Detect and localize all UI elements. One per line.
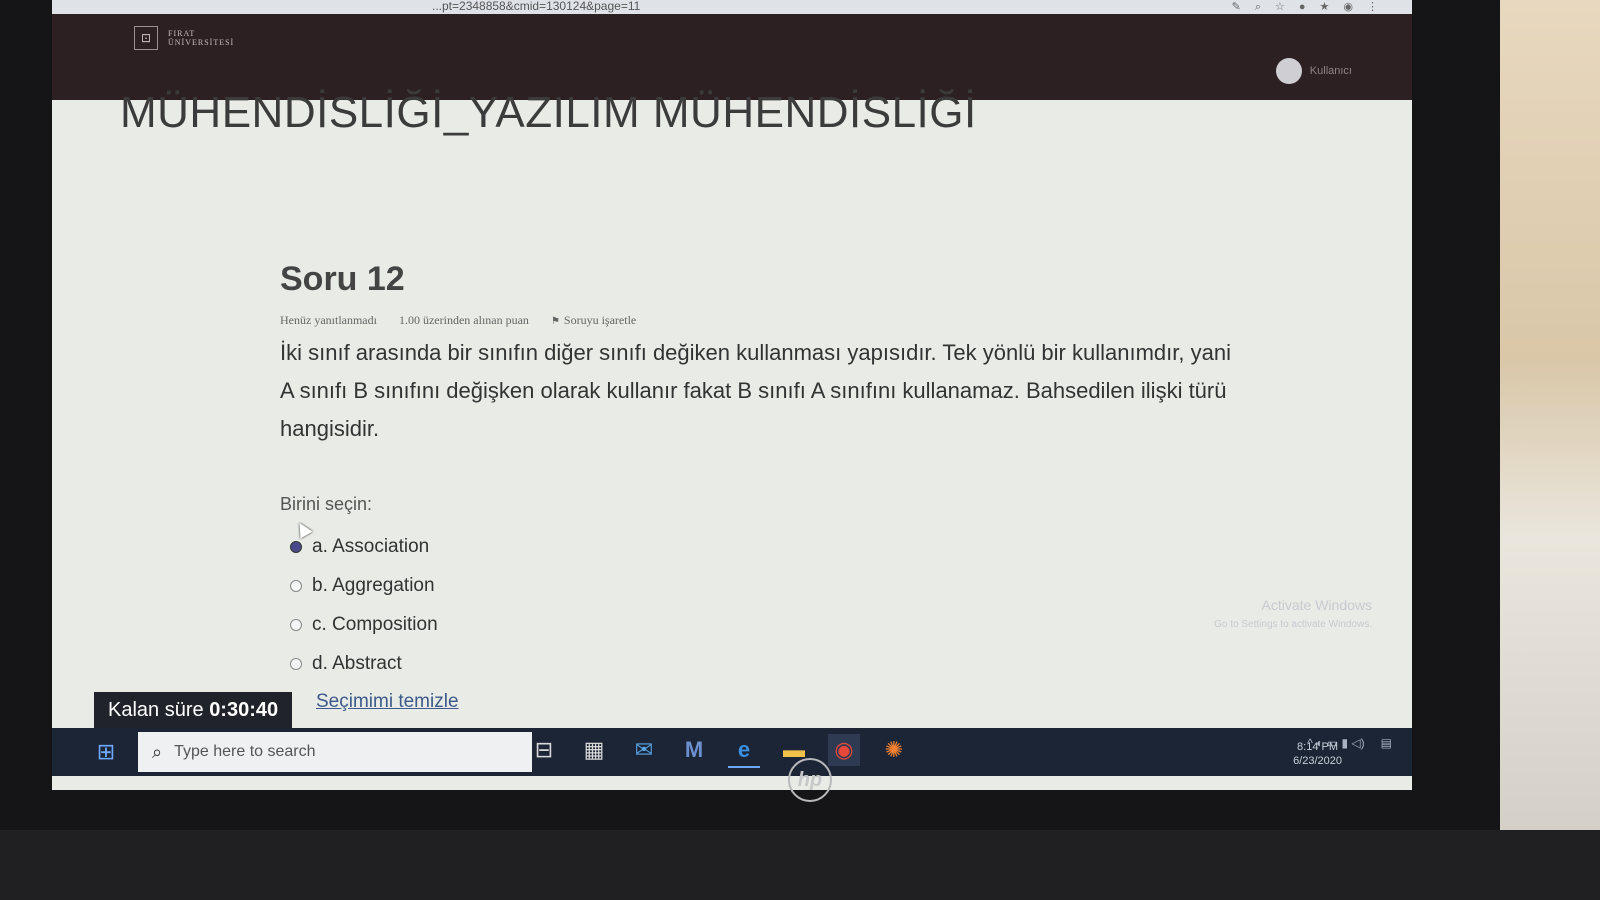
watermark-line2: Go to Settings to activate Windows. [1214,619,1372,630]
hp-logo: hp [788,758,832,802]
radio-button[interactable] [290,540,302,553]
radio-button[interactable] [290,618,302,631]
search-placeholder: Type here to search [174,743,316,760]
answer-option-b[interactable]: b. Aggregation [280,566,1240,605]
windows-taskbar: ⊞ ⌕ Type here to search ⊟ ▦ ✉ M e ▬ ◉ ✺ … [52,728,1412,776]
blender-icon[interactable]: ✺ [878,734,910,766]
flag-icon: ⚑ [550,316,560,327]
timer-value: 0:30:40 [209,699,279,721]
laptop-screen: ...pt=2348858&cmid=130124&page=11 ✎⌕☆●★◉… [52,0,1412,790]
flag-question-link[interactable]: ⚑ Soruyu işaretle [551,313,636,328]
question-block: Soru 12 Henüz yanıtlanmadı 1.00 üzerinde… [280,260,1240,713]
task-view-icon[interactable]: ⊟ [528,734,560,766]
answer-prompt: Birini seçin: [280,494,373,514]
laptop-base [0,830,1600,900]
browser-toolbar-icons[interactable]: ✎⌕☆●★◉⋮ [1232,0,1392,14]
store-icon[interactable]: ▦ [578,734,610,766]
page-title: MÜHENDİSLİĞİ_YAZILIM MÜHENDİSLİĞİ [120,88,977,137]
question-text: İki sınıf arasında bir sınıfın diğer sın… [280,340,1231,441]
clock-time: 8:14 PM [1297,741,1339,753]
user-menu[interactable]: Kullanıcı [1275,58,1352,84]
answer-label[interactable]: a. Association [312,536,429,558]
logo-line1: FIRAT [168,29,196,38]
laptop-bezel: ...pt=2348858&cmid=130124&page=11 ✎⌕☆●★◉… [0,0,1500,860]
logo-icon: ⊡ [134,26,158,50]
answer-option-d[interactable]: d. Abstract [280,644,1240,683]
radio-button[interactable] [290,579,302,592]
clock-date: 6/23/2020 [1293,755,1342,767]
windows-start-icon[interactable]: ⊞ [92,738,120,766]
gmail-app-icon[interactable]: M [678,734,710,766]
edge-icon[interactable]: e [728,734,760,768]
mail-icon[interactable]: ✉ [628,734,660,766]
university-logo[interactable]: ⊡ FIRAT ÜNİVERSİTESİ [134,26,234,50]
answer-label[interactable]: d. Abstract [312,653,402,675]
clear-selection-link[interactable]: Seçimimi temizle [316,691,1240,713]
answer-option-a[interactable]: a. Association [280,527,1240,566]
quiz-timer: Kalan süre 0:30:40 [94,692,293,728]
search-icon: ⌕ [152,741,163,762]
radio-button[interactable] [290,657,302,670]
timer-label: Kalan süre [108,699,204,721]
user-label: Kullanıcı [1309,65,1352,77]
answer-label[interactable]: b. Aggregation [312,575,435,597]
activate-windows-watermark: Activate Windows Go to Settings to activ… [1214,595,1372,635]
system-clock[interactable]: 8:14 PM 6/23/2020 [1293,740,1342,768]
browser-url-bar[interactable]: ...pt=2348858&cmid=130124&page=11 ✎⌕☆●★◉… [52,0,1412,14]
answer-option-c[interactable]: c. Composition [280,605,1240,644]
question-points: 1.00 üzerinden alınan puan [398,313,529,327]
chrome-icon[interactable]: ◉ [828,734,860,766]
answer-label[interactable]: c. Composition [312,614,438,636]
avatar [1275,58,1302,84]
system-tray: ^ ◐ ▭ ▮ ◁) 8:14 PM 6/23/2020 ▤ [1293,736,1392,767]
watermark-line1: Activate Windows [1261,597,1372,613]
answer-list: a. Association b. Aggregation c. Composi… [280,527,1240,683]
question-status: Henüz yanıtlanmadı [280,313,377,327]
question-info: Henüz yanıtlanmadı 1.00 üzerinden alınan… [280,313,1240,328]
notification-icon[interactable]: ▤ [1381,736,1392,750]
taskbar-search-input[interactable]: ⌕ Type here to search [138,732,532,772]
url-text: ...pt=2348858&cmid=130124&page=11 [432,0,641,13]
question-number: Soru 12 [280,260,405,298]
taskbar-apps: ⊟ ▦ ✉ M e ▬ ◉ ✺ [528,734,910,768]
logo-line2: ÜNİVERSİTESİ [168,38,235,47]
